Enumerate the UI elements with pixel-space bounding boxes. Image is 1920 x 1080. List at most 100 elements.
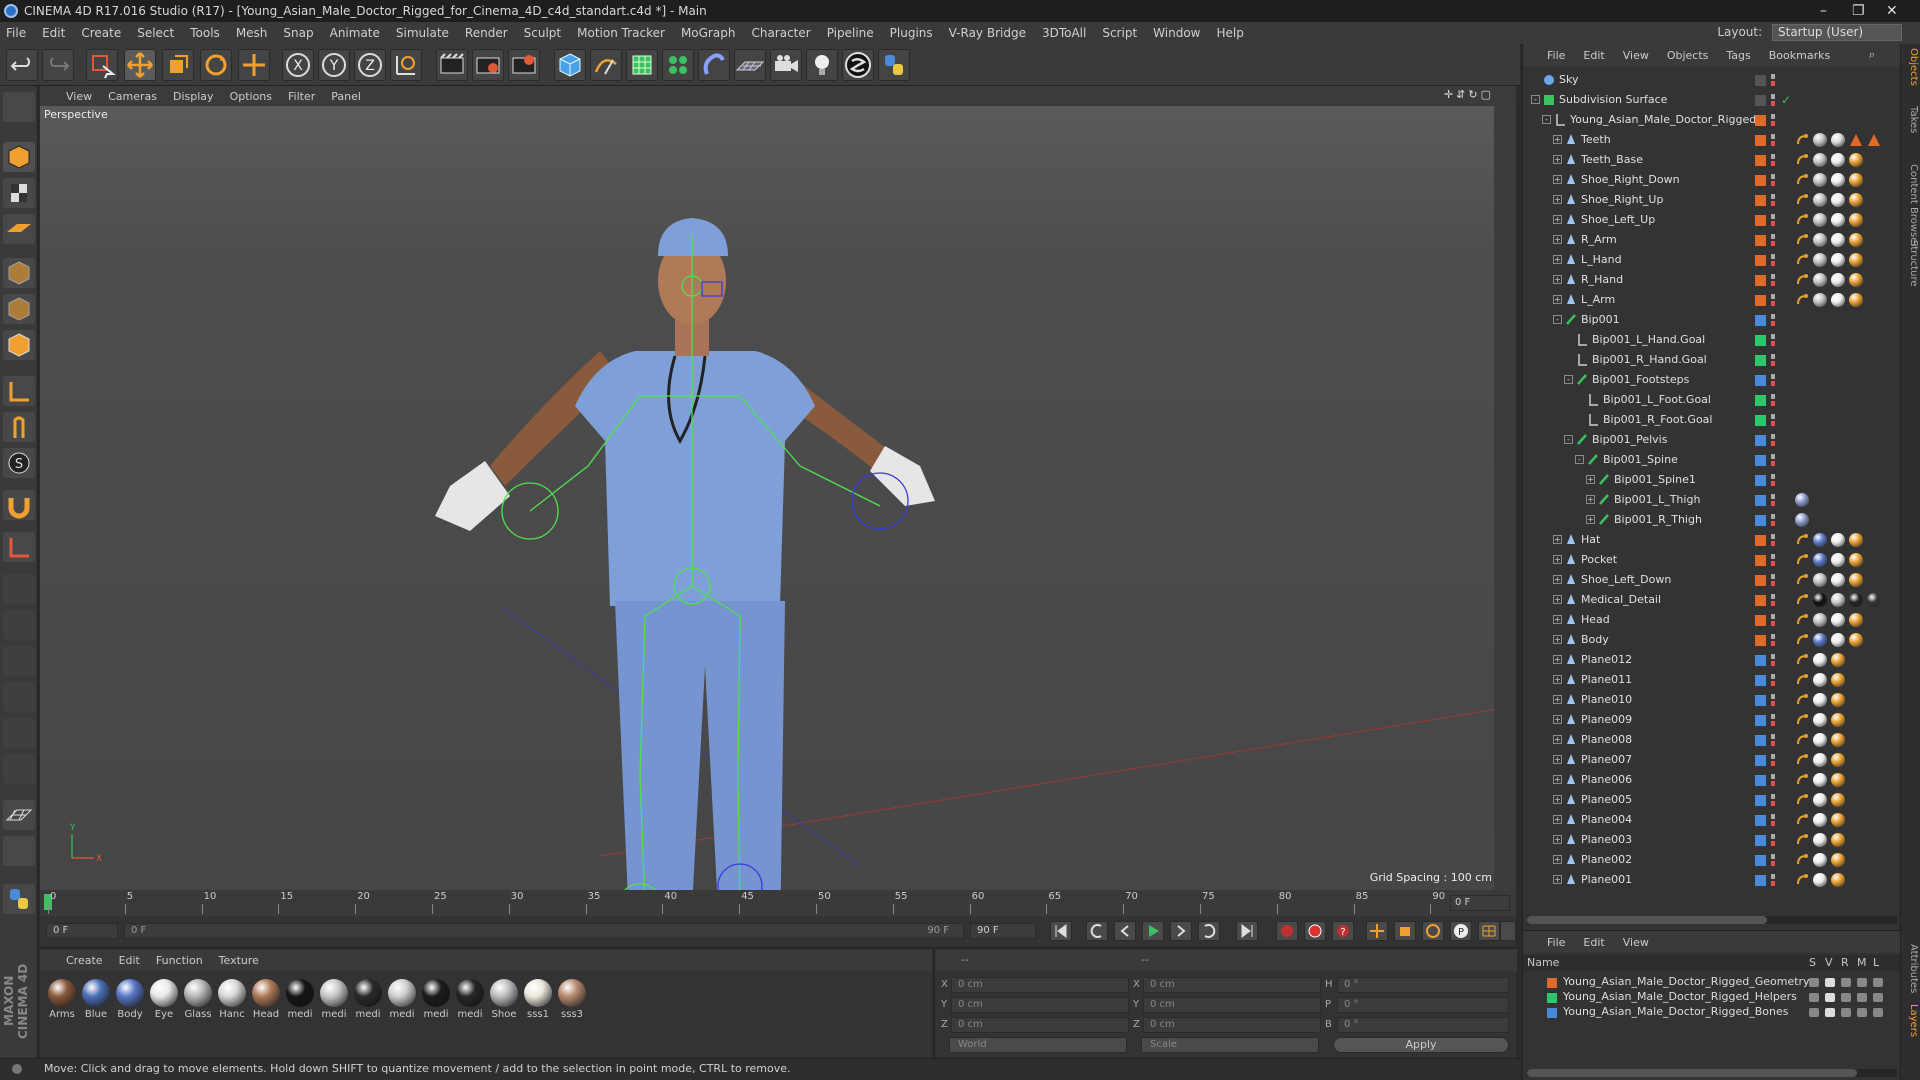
next-key-icon[interactable] [1198,921,1220,941]
visibility-dots-icon[interactable] [1771,554,1775,566]
menu-snap[interactable]: Snap [283,26,313,40]
expand-icon[interactable]: + [1553,535,1562,544]
layer-color-swatch[interactable] [1755,495,1766,506]
menu-edit[interactable]: Edit [42,26,65,40]
menu-simulate[interactable]: Simulate [396,26,449,40]
material-tag-icon[interactable] [1813,753,1827,767]
visibility-dots-icon[interactable] [1771,114,1775,126]
material-swatch[interactable]: Glass [182,979,214,1020]
material-swatch[interactable]: Shoe [488,979,520,1020]
layer-manager-toggle-icon[interactable] [1857,993,1867,1002]
object-row[interactable]: + Plane012 [1523,650,1901,670]
tweak-mode-icon[interactable] [3,412,35,442]
start-frame-field[interactable]: 0 F [46,923,118,939]
key-parameter-icon[interactable]: P [1450,921,1472,941]
object-search-icon[interactable]: ⌕ [1869,48,1875,62]
layer-color-swatch[interactable] [1755,475,1766,486]
layer-color-swatch[interactable] [1755,655,1766,666]
visibility-dots-icon[interactable] [1771,674,1775,686]
material-tag-icon[interactable] [1849,253,1863,267]
layout-selector[interactable]: Layout: Startup (User) [1717,24,1902,41]
material-tag-icon[interactable] [1813,733,1827,747]
material-tag-icon[interactable] [1849,193,1863,207]
object-row[interactable]: + Shoe_Right_Down [1523,170,1901,190]
visibility-dots-icon[interactable] [1771,494,1775,506]
visibility-dots-icon[interactable] [1771,314,1775,326]
material-tag-icon[interactable] [1831,613,1845,627]
material-tag-icon[interactable] [1813,833,1827,847]
material-tag-icon[interactable] [1831,653,1845,667]
layer-color-swatch[interactable] [1755,755,1766,766]
material-tag-icon[interactable] [1831,773,1845,787]
menu-mograph[interactable]: MoGraph [681,26,736,40]
layout-dropdown[interactable]: Startup (User) [1772,24,1902,41]
expand-icon[interactable]: + [1553,675,1562,684]
layer-visible-toggle-icon[interactable] [1825,978,1835,987]
layer-color-swatch[interactable] [1755,595,1766,606]
material-swatch[interactable]: Blue [80,979,112,1020]
go-to-start-icon[interactable] [1050,921,1072,941]
material-swatch[interactable]: Hanc [216,979,248,1020]
expand-icon[interactable]: + [1553,835,1562,844]
material-tag-icon[interactable] [1831,673,1845,687]
material-tag-icon[interactable] [1831,293,1845,307]
material-tag-icon[interactable] [1831,813,1845,827]
visibility-dots-icon[interactable] [1771,774,1775,786]
object-row[interactable]: + Medical_Detail [1523,590,1901,610]
menu-v-ray-bridge[interactable]: V-Ray Bridge [949,26,1026,40]
layer-color-swatch[interactable] [1547,978,1557,988]
object-row[interactable]: Bip001_R_Hand.Goal [1523,350,1901,370]
material-tag-icon[interactable] [1813,633,1827,647]
layer-color-swatch[interactable] [1755,115,1766,126]
material-tag-icon[interactable] [1813,533,1827,547]
material-swatch[interactable]: medi [284,979,316,1020]
lock-workplane-icon[interactable] [3,836,35,866]
expand-icon[interactable]: + [1553,875,1562,884]
side-tab-attributes[interactable]: Attributes [1903,944,1919,993]
menu-3dtoall[interactable]: 3DToAll [1042,26,1086,40]
visibility-dots-icon[interactable] [1771,354,1775,366]
size-field[interactable]: 0 cm [1143,1017,1321,1033]
material-tag-icon[interactable] [1831,753,1845,767]
material-tag-icon[interactable] [1831,633,1845,647]
object-row[interactable]: + Plane007 [1523,750,1901,770]
viewport-menu-filter[interactable]: Filter [288,90,315,103]
layer-row[interactable]: Young_Asian_Male_Doctor_Rigged_Geometry [1523,975,1901,990]
object-row[interactable]: + Plane006 [1523,770,1901,790]
layer-visible-toggle-icon[interactable] [1825,1008,1835,1017]
size-field[interactable]: 0 cm [1143,977,1321,993]
material-tag-icon[interactable] [1831,793,1845,807]
end-frame-field[interactable]: 90 F [970,923,1036,939]
layer-color-swatch[interactable] [1755,695,1766,706]
object-row[interactable]: + Plane005 [1523,790,1901,810]
object-row[interactable]: + L_Arm [1523,290,1901,310]
object-row[interactable]: + R_Hand [1523,270,1901,290]
visibility-dots-icon[interactable] [1771,214,1775,226]
material-swatch[interactable]: Body [114,979,146,1020]
object-row[interactable]: + L_Hand [1523,250,1901,270]
visibility-dots-icon[interactable] [1771,334,1775,346]
visibility-dots-icon[interactable] [1771,634,1775,646]
expand-icon[interactable]: + [1553,575,1562,584]
visibility-dots-icon[interactable] [1771,854,1775,866]
material-tag-icon[interactable] [1813,173,1827,187]
material-tag-icon[interactable] [1813,653,1827,667]
layer-color-swatch[interactable] [1755,875,1766,886]
object-row[interactable]: + Plane009 [1523,710,1901,730]
object-row[interactable]: + Shoe_Left_Up [1523,210,1901,230]
material-tag-icon[interactable] [1831,853,1845,867]
visibility-dots-icon[interactable] [1771,274,1775,286]
layer-color-swatch[interactable] [1755,415,1766,426]
visibility-dots-icon[interactable] [1771,174,1775,186]
key-position-icon[interactable] [1366,921,1388,941]
expand-icon[interactable]: + [1553,275,1562,284]
visibility-dots-icon[interactable] [1771,714,1775,726]
material-swatch[interactable]: Arms [46,979,78,1020]
points-mode-icon[interactable] [3,258,35,288]
sculpt-brush-4-icon[interactable] [3,682,35,712]
object-menu-bookmarks[interactable]: Bookmarks [1769,49,1830,62]
material-tag-icon[interactable] [1831,693,1845,707]
visibility-dots-icon[interactable] [1771,394,1775,406]
rotation-field[interactable]: 0 ° [1337,1017,1509,1033]
visibility-dots-icon[interactable] [1771,434,1775,446]
